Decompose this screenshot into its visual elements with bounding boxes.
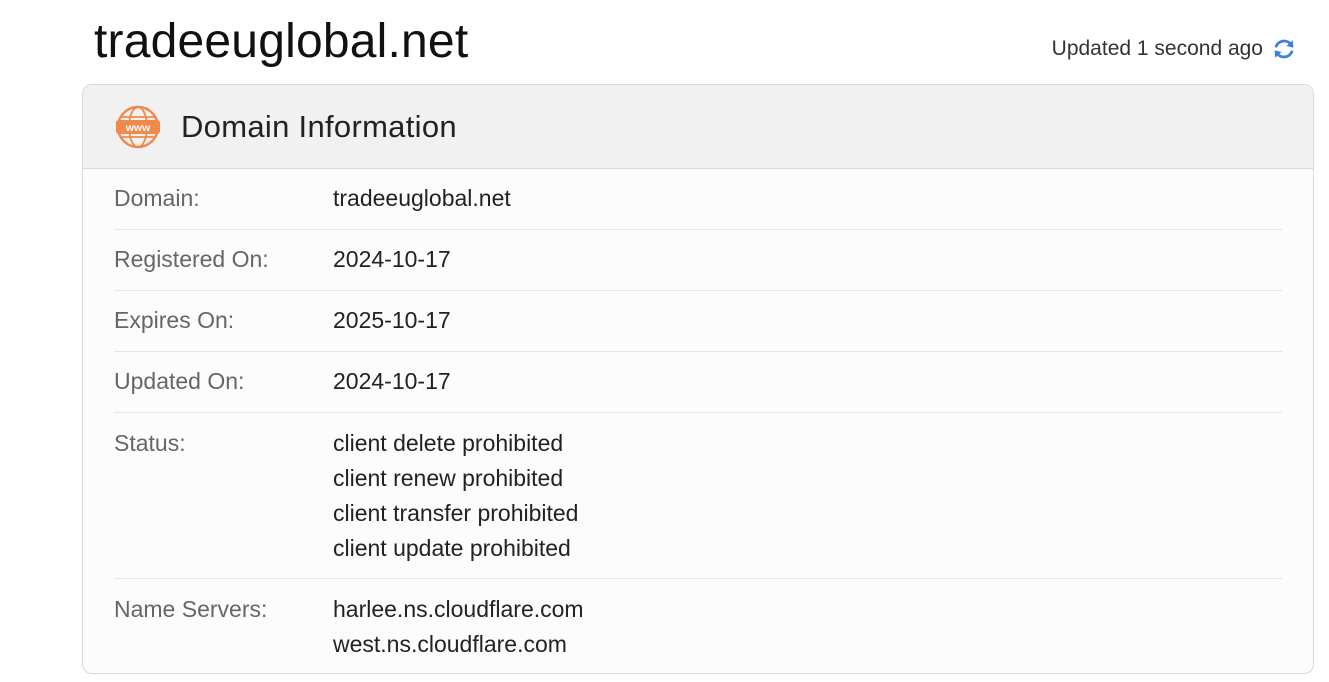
row-status: Status: client delete prohibited client …: [114, 413, 1282, 579]
name-server-value: harlee.ns.cloudflare.com: [333, 596, 584, 622]
card-header: www Domain Information: [83, 85, 1313, 169]
updated-text: Updated 1 second ago: [1051, 37, 1263, 60]
row-value: 2024-10-17: [333, 368, 451, 394]
domain-information-card: www Domain Information Domain: tradeeugl…: [82, 84, 1314, 674]
name-server-values: harlee.ns.cloudflare.com west.ns.cloudfl…: [333, 592, 584, 662]
status-value: client delete prohibited: [333, 430, 564, 456]
name-server-value: west.ns.cloudflare.com: [333, 631, 567, 657]
row-value: tradeeuglobal.net: [333, 185, 511, 211]
status-values: client delete prohibited client renew pr…: [333, 426, 578, 566]
svg-text:www: www: [125, 122, 151, 134]
row-expires-on: Expires On: 2025-10-17: [114, 291, 1282, 352]
row-value: 2024-10-17: [333, 246, 451, 272]
row-label: Domain:: [114, 185, 200, 211]
refresh-icon[interactable]: [1271, 36, 1297, 62]
row-label: Expires On:: [114, 307, 235, 333]
status-value: client update prohibited: [333, 535, 571, 561]
page-title: tradeeuglobal.net: [94, 15, 469, 68]
page: tradeeuglobal.net Updated 1 second ago w…: [0, 0, 1329, 682]
row-label: Registered On:: [114, 246, 269, 272]
www-globe-icon: www: [115, 104, 161, 150]
row-label: Status:: [114, 430, 186, 456]
domain-info-table: Domain: tradeeuglobal.net Registered On:…: [83, 169, 1313, 673]
row-domain: Domain: tradeeuglobal.net: [114, 169, 1282, 230]
card-title: Domain Information: [181, 108, 457, 144]
row-registered-on: Registered On: 2024-10-17: [114, 230, 1282, 291]
status-value: client renew prohibited: [333, 465, 564, 491]
row-label: Updated On:: [114, 368, 245, 394]
status-value: client transfer prohibited: [333, 500, 579, 526]
updated-status: Updated 1 second ago: [1052, 36, 1297, 62]
row-updated-on: Updated On: 2024-10-17: [114, 352, 1282, 413]
row-value: 2025-10-17: [333, 307, 451, 333]
row-label: Name Servers:: [114, 596, 268, 622]
row-name-servers: Name Servers: harlee.ns.cloudflare.com w…: [114, 579, 1282, 673]
